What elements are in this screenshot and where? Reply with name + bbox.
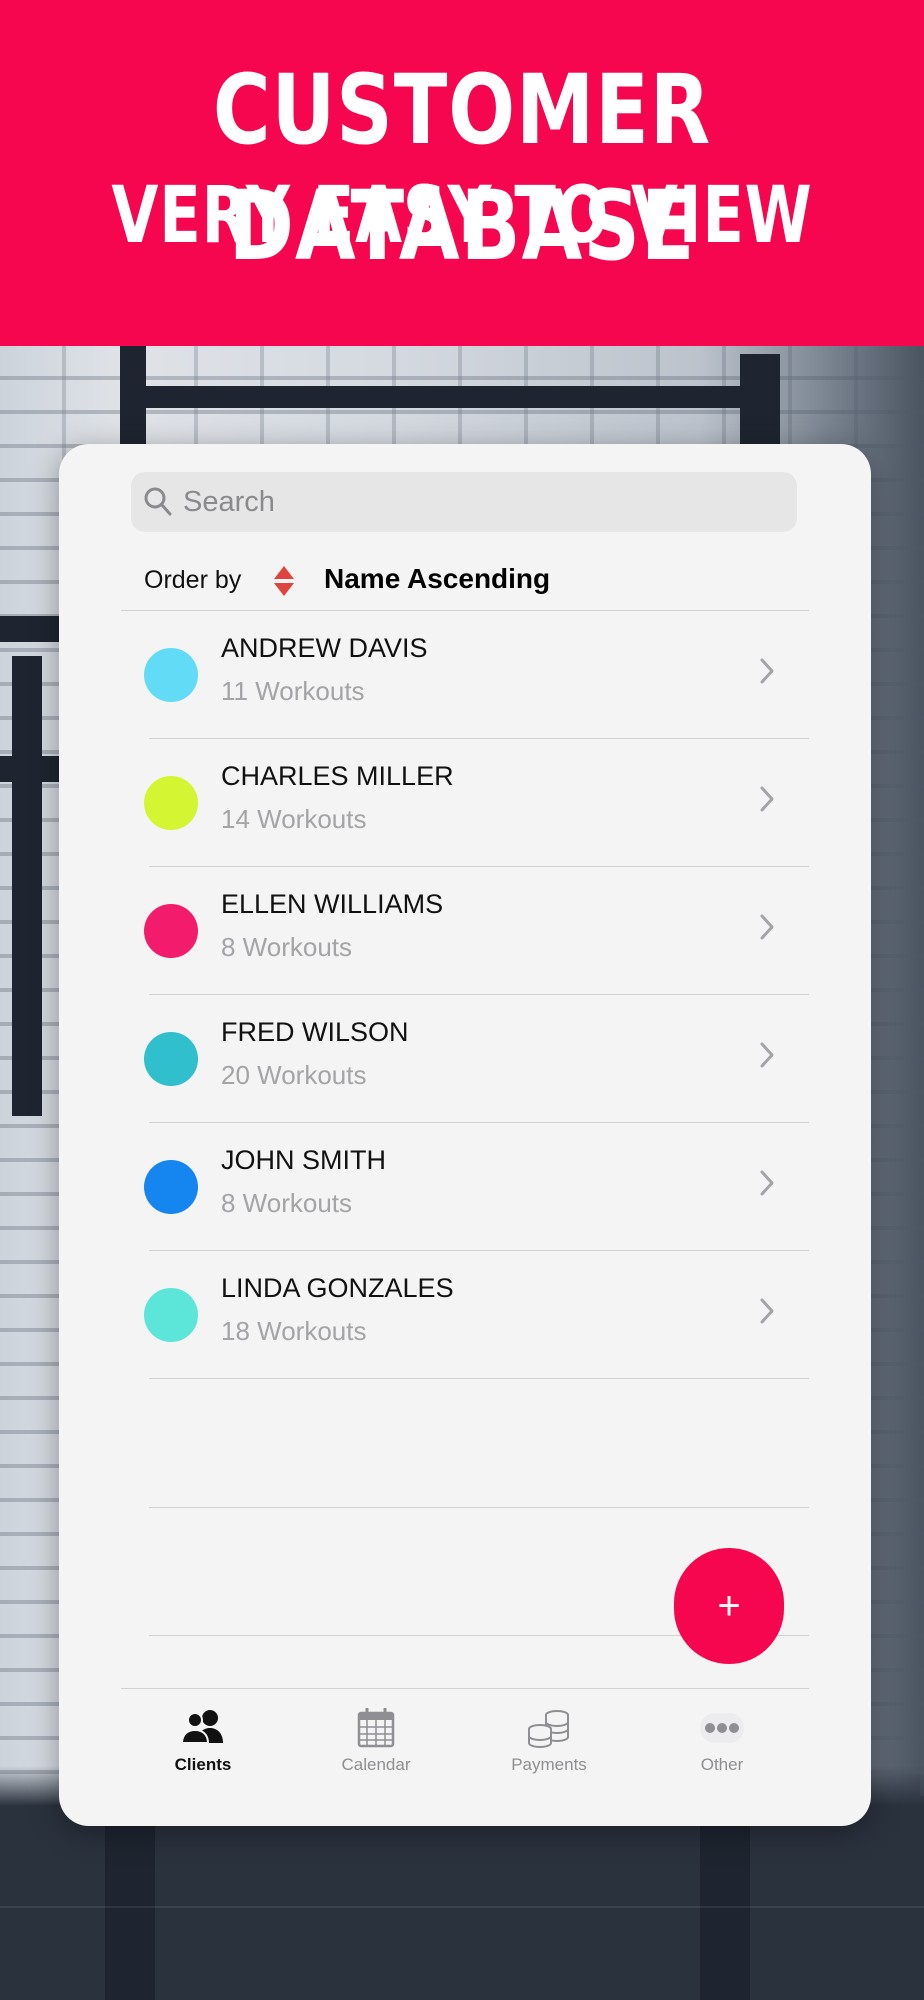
rack-foot xyxy=(105,1826,155,2000)
client-row[interactable]: CHARLES MILLER 14 Workouts xyxy=(59,739,871,867)
calendar-icon xyxy=(291,1707,461,1749)
rack-post xyxy=(12,656,42,1116)
tab-other[interactable]: Other xyxy=(637,1689,807,1789)
client-name: LINDA GONZALES xyxy=(221,1273,454,1303)
tab-payments[interactable]: Payments xyxy=(464,1689,634,1789)
search-placeholder: Search xyxy=(183,486,275,518)
client-workouts: 8 Workouts xyxy=(221,932,353,962)
chevron-right-icon xyxy=(759,913,775,946)
tab-clients[interactable]: Clients xyxy=(118,1689,288,1789)
client-color-dot xyxy=(144,1032,198,1086)
client-name: ANDREW DAVIS xyxy=(221,633,428,663)
tab-label: Payments xyxy=(511,1755,587,1774)
client-color-dot xyxy=(144,648,198,702)
client-color-dot xyxy=(144,1160,198,1214)
chevron-right-icon xyxy=(759,1169,775,1202)
row-divider xyxy=(149,1378,809,1379)
client-workouts: 20 Workouts xyxy=(221,1060,367,1090)
order-by-value: Name Ascending xyxy=(324,563,551,594)
client-name: JOHN SMITH xyxy=(221,1145,386,1175)
tab-label: Calendar xyxy=(341,1755,411,1774)
client-workouts: 11 Workouts xyxy=(221,676,365,706)
promo-banner: CUSTOMER DATABASE VERY EASY TO VIEW xyxy=(0,0,924,346)
more-dots-icon xyxy=(637,1707,807,1749)
client-color-dot xyxy=(144,776,198,830)
sort-arrows-icon xyxy=(272,564,296,603)
people-icon xyxy=(118,1707,288,1749)
divider xyxy=(149,1507,809,1508)
chevron-right-icon xyxy=(759,785,775,818)
floor-seam xyxy=(0,1906,924,1908)
chevron-right-icon xyxy=(759,1297,775,1330)
rack-foot xyxy=(700,1826,750,2000)
client-workouts: 8 Workouts xyxy=(221,1188,353,1218)
client-color-dot xyxy=(144,1288,198,1342)
app-screen: Search Order by Name Ascending ANDREW DA… xyxy=(59,444,871,1826)
chevron-right-icon xyxy=(759,1041,775,1074)
search-bar[interactable]: Search xyxy=(131,472,797,532)
chevron-right-icon xyxy=(759,657,775,690)
coins-icon xyxy=(464,1707,634,1749)
tab-label: Other xyxy=(700,1755,744,1774)
client-name: CHARLES MILLER xyxy=(221,761,454,791)
tab-bar: Clients Calendar Payments Other xyxy=(59,1689,871,1789)
client-color-dot xyxy=(144,904,198,958)
banner-subheadline: VERY EASY TO VIEW xyxy=(111,171,813,261)
order-by-label: Order by xyxy=(144,566,242,594)
add-client-button[interactable]: + xyxy=(674,1548,784,1664)
client-workouts: 14 Workouts xyxy=(221,804,367,834)
pullup-bar xyxy=(146,386,766,408)
tab-calendar[interactable]: Calendar xyxy=(291,1689,461,1789)
rack-post xyxy=(120,346,146,456)
order-by-control[interactable]: Order by Name Ascending xyxy=(144,560,804,604)
client-name: FRED WILSON xyxy=(221,1017,409,1047)
client-row[interactable]: ELLEN WILLIAMS 8 Workouts xyxy=(59,867,871,995)
client-name: ELLEN WILLIAMS xyxy=(221,889,444,919)
client-workouts: 18 Workouts xyxy=(221,1316,367,1346)
client-row[interactable]: FRED WILSON 20 Workouts xyxy=(59,995,871,1123)
client-row[interactable]: JOHN SMITH 8 Workouts xyxy=(59,1123,871,1251)
client-row[interactable]: LINDA GONZALES 18 Workouts xyxy=(59,1251,871,1379)
client-row[interactable]: ANDREW DAVIS 11 Workouts xyxy=(59,611,871,739)
rack-arm xyxy=(0,616,60,642)
tab-label: Clients xyxy=(174,1755,232,1774)
search-icon xyxy=(143,486,173,523)
